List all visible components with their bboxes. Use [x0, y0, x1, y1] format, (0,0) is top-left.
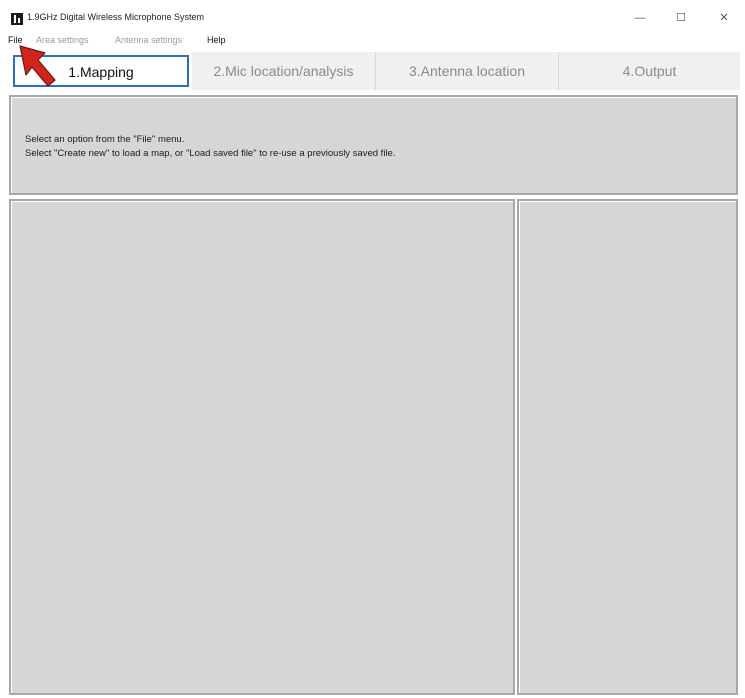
map-panel[interactable] [9, 199, 515, 695]
menu-bar: File Area settings Antenna settings Help [0, 35, 745, 49]
red-arrow-pointer-icon [19, 45, 56, 87]
title-bar: 1.9GHz Digital Wireless Microphone Syste… [0, 0, 745, 34]
instructions-panel: Select an option from the "File" menu. S… [9, 95, 738, 195]
app-logo-icon [11, 13, 23, 25]
menu-help[interactable]: Help [207, 35, 226, 45]
close-button[interactable]: ✕ [713, 9, 735, 27]
minimize-button[interactable]: — [629, 9, 651, 27]
maximize-button[interactable]: ☐ [670, 9, 692, 27]
tab-antenna-location[interactable]: 3.Antenna location [376, 52, 559, 90]
instruction-line-1: Select an option from the "File" menu. [25, 134, 185, 145]
side-panel [517, 199, 738, 695]
step-tabs: 2.Mic location/analysis 3.Antenna locati… [7, 52, 740, 90]
instruction-line-2: Select "Create new" to load a map, or "L… [25, 148, 396, 159]
tab-mic-location-analysis[interactable]: 2.Mic location/analysis [192, 52, 376, 90]
window-title: 1.9GHz Digital Wireless Microphone Syste… [27, 12, 205, 22]
tab-output[interactable]: 4.Output [559, 52, 740, 90]
menu-antenna-settings[interactable]: Antenna settings [115, 35, 182, 45]
